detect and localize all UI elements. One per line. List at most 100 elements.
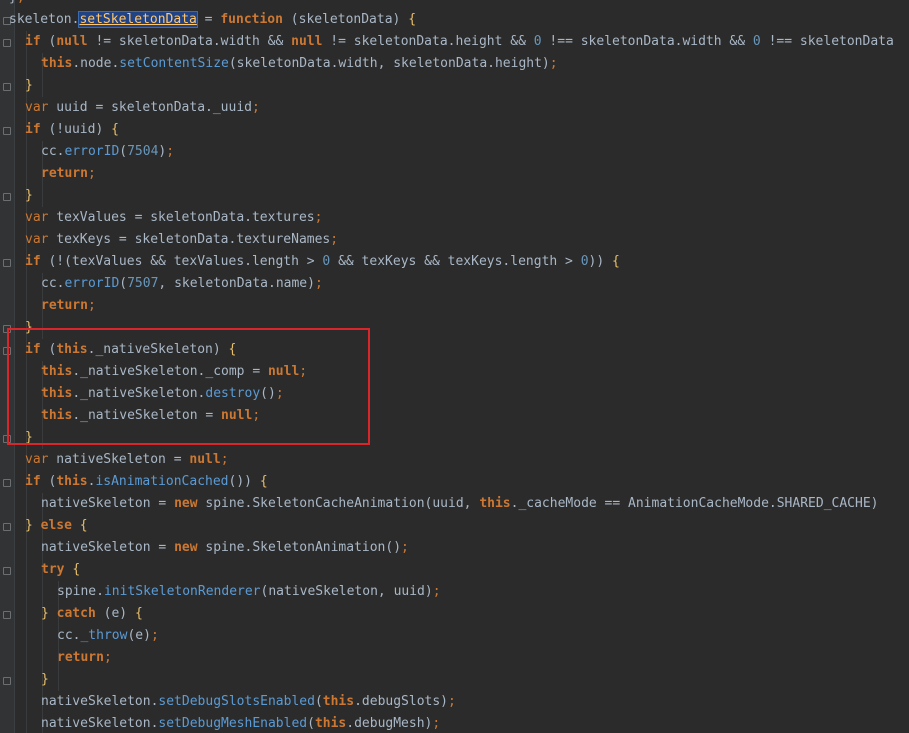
fold-marker-icon[interactable] [2,611,11,619]
code-line[interactable]: return; [57,647,112,669]
fold-marker-icon[interactable] [2,325,11,333]
code-line[interactable]: cc.errorID(7504); [41,141,174,163]
code-token: ; [166,144,175,159]
code-line[interactable]: return; [41,163,96,185]
fold-marker-icon[interactable] [2,347,11,355]
code-token: ; [251,100,260,115]
code-line[interactable]: if (!(texValues && texValues.length > 0 … [25,251,620,273]
code-token: initSkeletonRenderer [103,584,261,599]
code-token: .debugSlots) [354,694,449,709]
code-line[interactable]: } else { [25,515,88,537]
code-token: ._nativeSkeleton. [72,386,206,401]
fold-marker-icon[interactable] [2,127,11,135]
code-line[interactable]: }; [9,0,25,9]
code-token: null [56,34,88,49]
fold-marker-icon[interactable] [2,83,11,91]
code-line[interactable]: this._nativeSkeleton.destroy(); [41,383,284,405]
code-token: .node. [72,56,120,71]
code-token: ; [432,584,441,599]
code-line[interactable]: this._nativeSkeleton = null; [41,405,260,427]
code-token: ; [330,232,339,247]
code-token: ; [103,650,112,665]
code-token: { [134,606,143,621]
code-line[interactable]: } [25,427,33,449]
code-token: { [612,254,620,269]
code-line[interactable]: if (null != skeletonData.width && null !… [25,31,894,53]
code-token: 0 [580,254,589,269]
code-token: cc. [41,144,65,159]
code-token: , skeletonData.name) [158,276,315,291]
code-token: ; [87,166,96,181]
code-line[interactable]: var uuid = skeletonData._uuid; [25,97,260,119]
code-token: !== skeletonData [760,34,894,49]
code-token: try [41,562,65,577]
code-token: this [41,408,73,423]
selected-token: setSkeletonData [78,11,198,28]
code-token: 7507 [127,276,159,291]
fold-marker-icon[interactable] [2,193,11,201]
fold-marker-icon[interactable] [2,39,11,47]
code-line[interactable]: skeleton.setSkeletonData = function (ske… [9,9,416,31]
code-line[interactable]: } [25,75,33,97]
code-token: return [41,298,88,313]
code-token: this [479,496,511,511]
code-token: cc. [41,276,65,291]
code-token: new [174,540,198,555]
fold-marker-icon[interactable] [2,523,11,531]
code-line[interactable]: } [25,317,33,339]
code-token: } [25,188,33,203]
code-token: ; [252,408,261,423]
code-editor[interactable]: };skeleton.setSkeletonData = function (s… [0,0,909,733]
code-token: ; [314,210,323,225]
code-line[interactable]: if (this._nativeSkeleton) { [25,339,236,361]
code-token: nativeSkeleton = [41,540,175,555]
code-line[interactable]: cc.errorID(7507, skeletonData.name); [41,273,323,295]
code-line[interactable]: var texKeys = skeletonData.textureNames; [25,229,338,251]
code-token: this [314,716,347,731]
code-token: ( [119,276,128,291]
code-token: (e) [95,606,135,621]
code-token: null [221,408,253,423]
code-line[interactable]: var texValues = skeletonData.textures; [25,207,322,229]
code-token: 0 [752,34,761,49]
code-token: { [72,562,81,577]
code-line[interactable]: spine.initSkeletonRenderer(nativeSkeleto… [57,581,441,603]
code-line[interactable]: } [25,185,33,207]
code-token: } [25,518,33,533]
editor-gutter[interactable] [0,0,15,733]
code-token: spine.SkeletonAnimation() [197,540,402,555]
code-line[interactable]: cc._throw(e); [57,625,159,647]
code-line[interactable]: nativeSkeleton.setDebugMeshEnabled(this.… [41,713,440,733]
code-line[interactable]: try { [41,559,80,581]
code-token: != skeletonData.height && [322,34,534,49]
code-token: new [174,496,198,511]
fold-marker-icon[interactable] [2,435,11,443]
code-token: texValues = skeletonData.textures [48,210,315,225]
fold-marker-icon[interactable] [2,259,11,267]
code-token: texKeys = skeletonData.textureNames [48,232,331,247]
code-line[interactable]: nativeSkeleton = new spine.SkeletonAnima… [41,537,409,559]
code-line[interactable]: return; [41,295,96,317]
code-line[interactable]: } [41,669,49,691]
code-line[interactable]: nativeSkeleton = new spine.SkeletonCache… [41,493,878,515]
code-token: nativeSkeleton. [41,716,159,731]
code-line[interactable]: this.node.setContentSize(skeletonData.wi… [41,53,558,75]
fold-marker-icon[interactable] [2,567,11,575]
code-token: errorID [64,144,120,159]
code-line[interactable]: } catch (e) { [41,603,143,625]
code-line[interactable]: if (this.isAnimationCached()) { [25,471,268,493]
fold-marker-icon[interactable] [2,479,11,487]
code-token: var [25,232,49,247]
code-line[interactable]: this._nativeSkeleton._comp = null; [41,361,307,383]
code-token: { [408,12,417,27]
code-line[interactable]: nativeSkeleton.setDebugSlotsEnabled(this… [41,691,456,713]
code-line[interactable]: var nativeSkeleton = null; [25,449,229,471]
code-line[interactable]: if (!uuid) { [25,119,119,141]
code-token: _throw [80,628,128,643]
code-token: nativeSkeleton = [48,452,190,467]
fold-marker-icon[interactable] [2,677,11,685]
code-token: var [25,210,49,225]
